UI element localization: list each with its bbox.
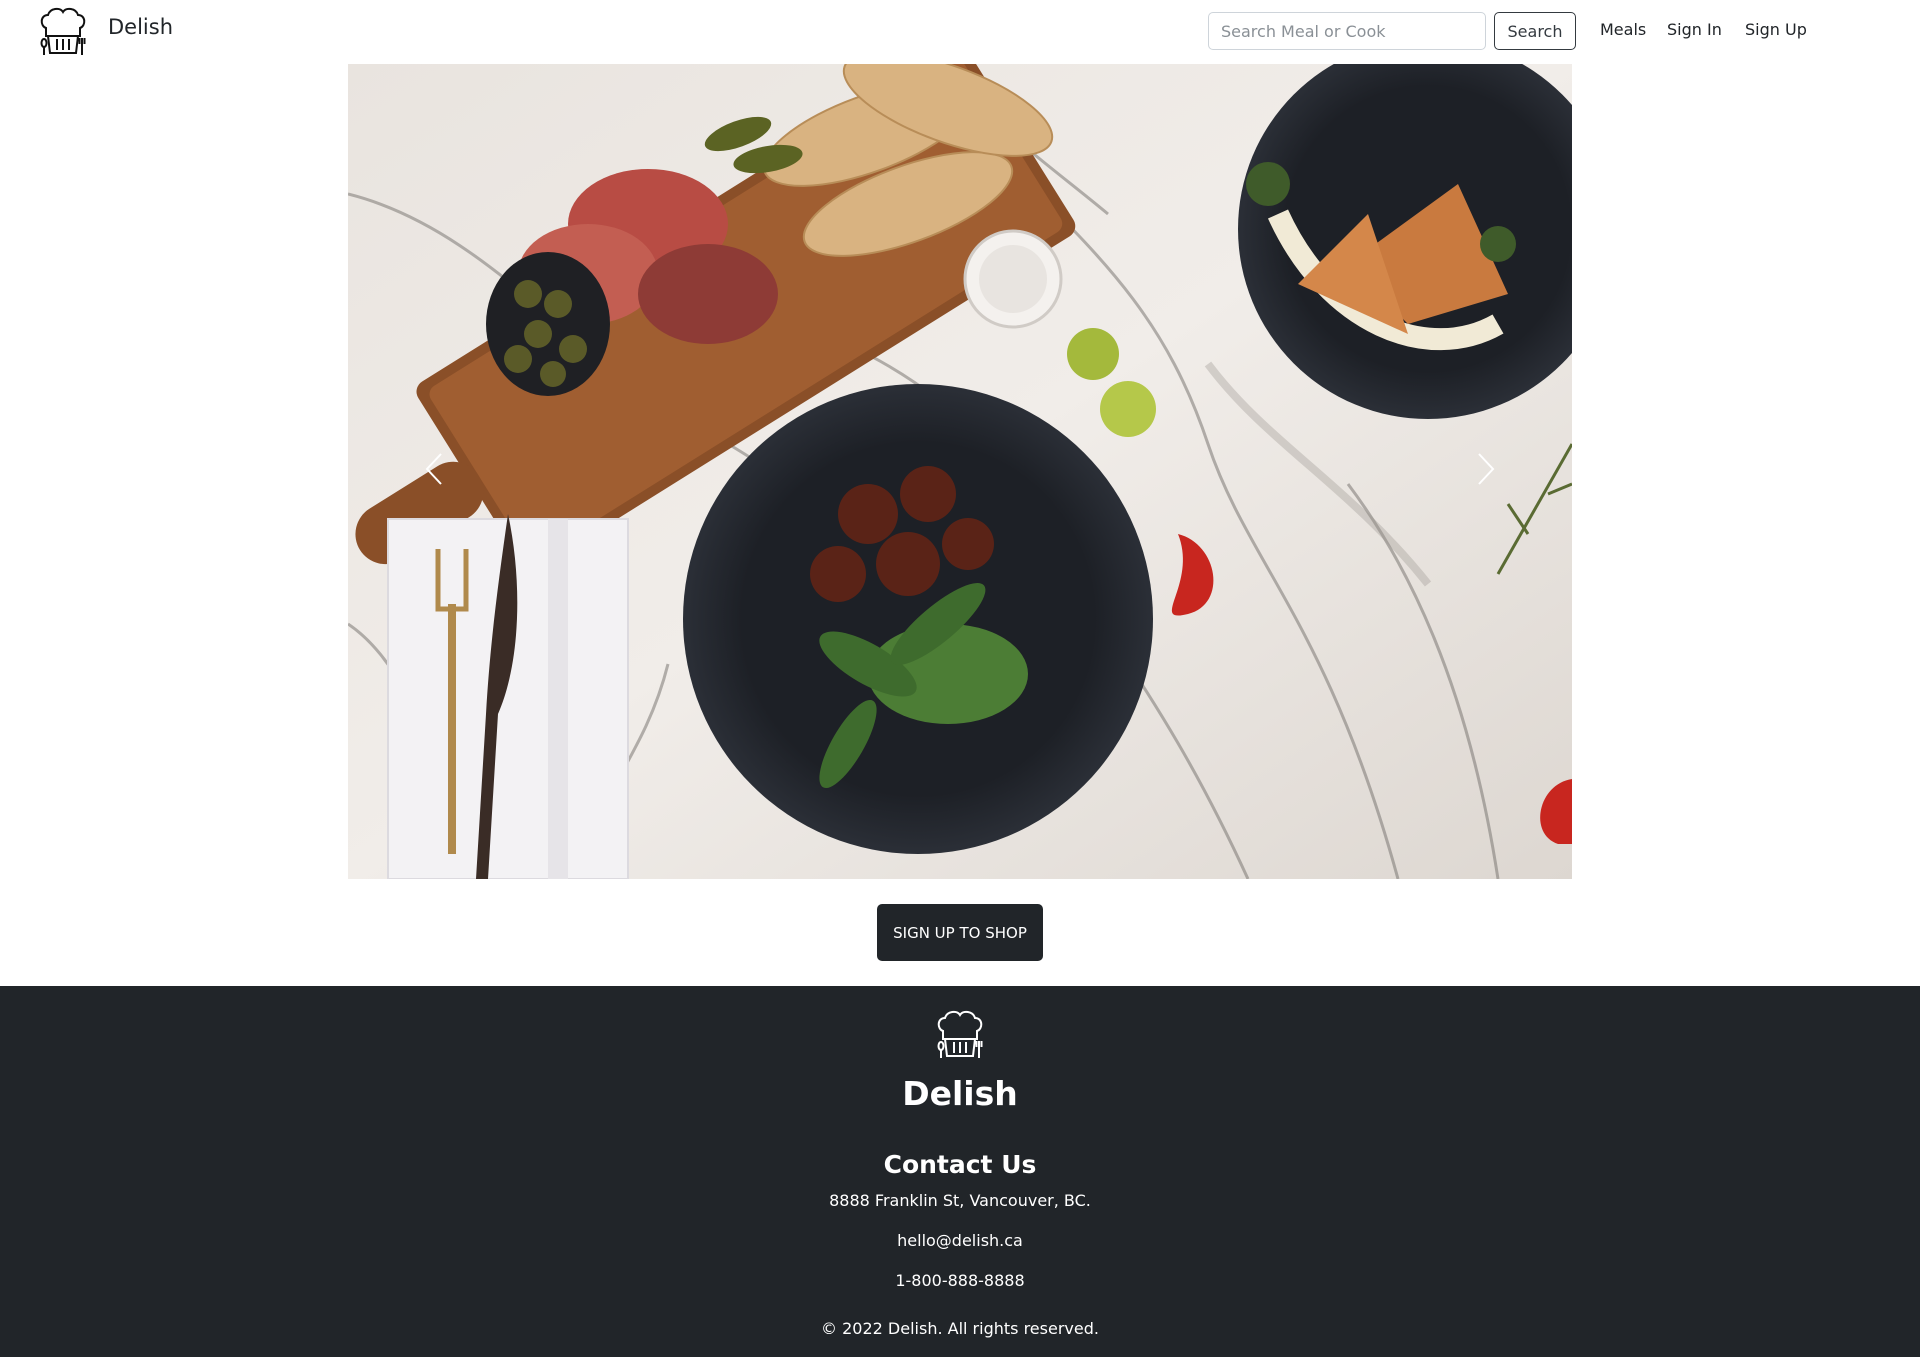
- chef-hat-logo-icon[interactable]: [38, 6, 88, 56]
- nav-link-meals[interactable]: Meals: [1600, 20, 1646, 39]
- chef-hat-logo-icon: [937, 1010, 983, 1058]
- sign-up-to-shop-button[interactable]: SIGN UP TO SHOP: [877, 904, 1043, 961]
- contact-address: 8888 Franklin St, Vancouver, BC.: [829, 1191, 1091, 1210]
- top-navbar: Delish Search Meals Sign In Sign Up: [0, 0, 1920, 63]
- contact-phone: 1-800-888-8888: [895, 1271, 1025, 1290]
- carousel-next-button[interactable]: [1456, 434, 1516, 504]
- carousel-prev-button[interactable]: [404, 434, 464, 504]
- copyright-text: © 2022 Delish. All rights reserved.: [821, 1319, 1099, 1338]
- contact-email: hello@delish.ca: [897, 1231, 1023, 1250]
- food-photo: [348, 64, 1572, 879]
- contact-us-heading: Contact Us: [883, 1150, 1037, 1179]
- footer-brand-name: Delish: [902, 1074, 1018, 1113]
- chevron-right-icon: [1478, 453, 1495, 485]
- search-button[interactable]: Search: [1494, 12, 1576, 50]
- hero-carousel: [348, 64, 1572, 879]
- chevron-left-icon: [425, 453, 442, 485]
- nav-link-sign-in[interactable]: Sign In: [1667, 20, 1722, 39]
- nav-link-sign-up[interactable]: Sign Up: [1745, 20, 1807, 39]
- brand-name[interactable]: Delish: [108, 15, 173, 39]
- search-input[interactable]: [1208, 12, 1486, 50]
- footer: Delish Contact Us 8888 Franklin St, Vanc…: [0, 986, 1920, 1357]
